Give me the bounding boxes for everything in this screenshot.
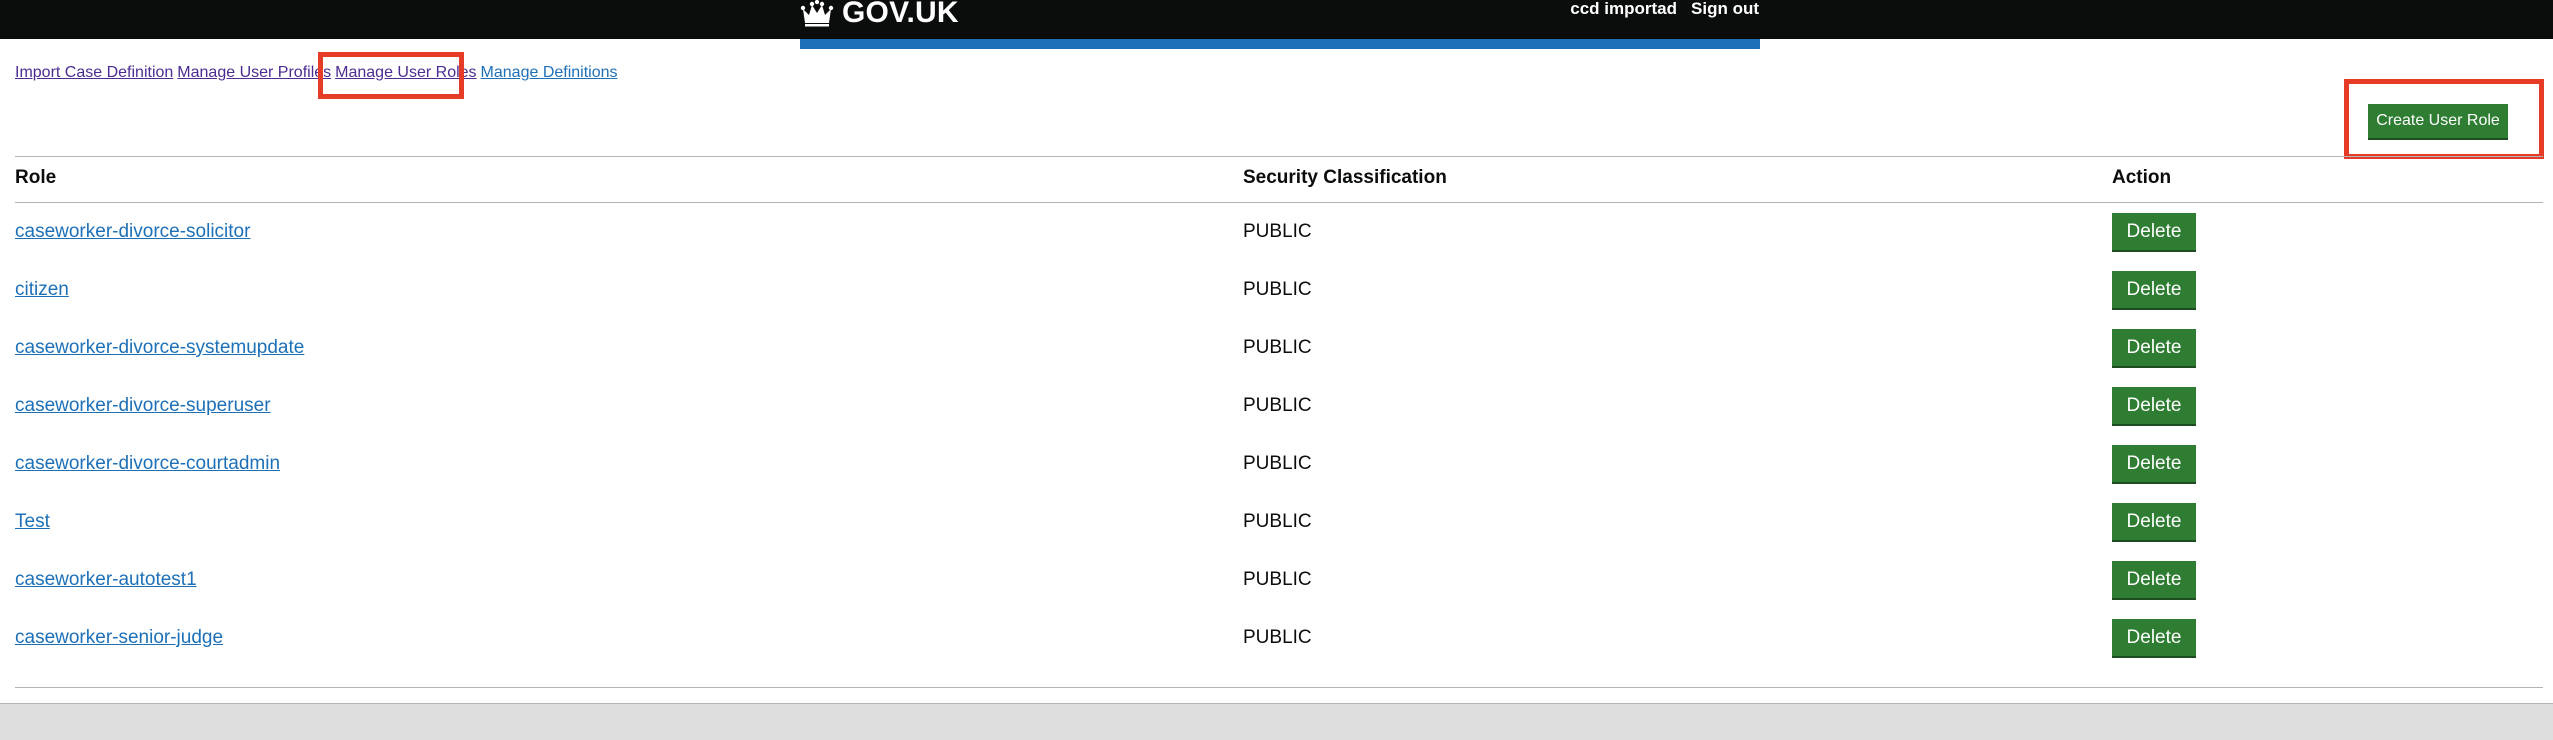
nav-import-case-definition[interactable]: Import Case Definition <box>15 64 173 82</box>
user-name: ccd importad <box>1570 0 1678 18</box>
role-link[interactable]: caseworker-divorce-solicitor <box>15 221 250 243</box>
table-top-rule <box>15 156 2543 157</box>
highlight-box-nav <box>318 52 464 99</box>
security-classification: PUBLIC <box>1243 569 1312 590</box>
delete-button[interactable]: Delete <box>2112 619 2196 656</box>
delete-button[interactable]: Delete <box>2112 213 2196 250</box>
role-link[interactable]: caseworker-divorce-courtadmin <box>15 453 280 475</box>
role-link[interactable]: caseworker-senior-judge <box>15 627 223 649</box>
header-accent-bar <box>800 39 1760 49</box>
security-classification: PUBLIC <box>1243 627 1312 648</box>
security-classification: PUBLIC <box>1243 511 1312 532</box>
role-link[interactable]: Test <box>15 511 50 533</box>
table-row: caseworker-senior-judge PUBLIC Delete <box>0 619 2553 685</box>
create-user-role-button[interactable]: Create User Role <box>2368 104 2508 138</box>
nav-manage-user-profiles[interactable]: Manage User Profiles <box>177 64 331 82</box>
security-classification: PUBLIC <box>1243 453 1312 474</box>
table-header-rule <box>15 202 2543 203</box>
role-link[interactable]: caseworker-divorce-systemupdate <box>15 337 304 359</box>
delete-button[interactable]: Delete <box>2112 387 2196 424</box>
logo-text: GOV.UK <box>842 0 959 29</box>
column-header-action: Action <box>2112 167 2172 188</box>
sign-out-link[interactable]: Sign out <box>1691 0 1759 19</box>
table-bottom-rule <box>15 687 2543 688</box>
role-link[interactable]: citizen <box>15 279 69 301</box>
govuk-logo[interactable]: GOV.UK <box>800 0 959 29</box>
role-link[interactable]: caseworker-autotest1 <box>15 569 197 591</box>
user-nav: ccd importad Sign out <box>1570 0 1759 19</box>
delete-button[interactable]: Delete <box>2112 271 2196 308</box>
delete-button[interactable]: Delete <box>2112 561 2196 598</box>
page-footer <box>0 703 2553 740</box>
column-header-role: Role <box>15 167 57 188</box>
delete-button[interactable]: Delete <box>2112 503 2196 540</box>
security-classification: PUBLIC <box>1243 279 1312 300</box>
security-classification: PUBLIC <box>1243 337 1312 358</box>
security-classification: PUBLIC <box>1243 395 1312 416</box>
column-header-security: Security Classification <box>1243 167 1447 188</box>
security-classification: PUBLIC <box>1243 221 1312 242</box>
role-link[interactable]: caseworker-divorce-superuser <box>15 395 271 417</box>
site-header <box>0 0 2553 39</box>
nav-manage-definitions[interactable]: Manage Definitions <box>481 64 618 82</box>
delete-button[interactable]: Delete <box>2112 445 2196 482</box>
crown-icon <box>800 0 834 27</box>
delete-button[interactable]: Delete <box>2112 329 2196 366</box>
